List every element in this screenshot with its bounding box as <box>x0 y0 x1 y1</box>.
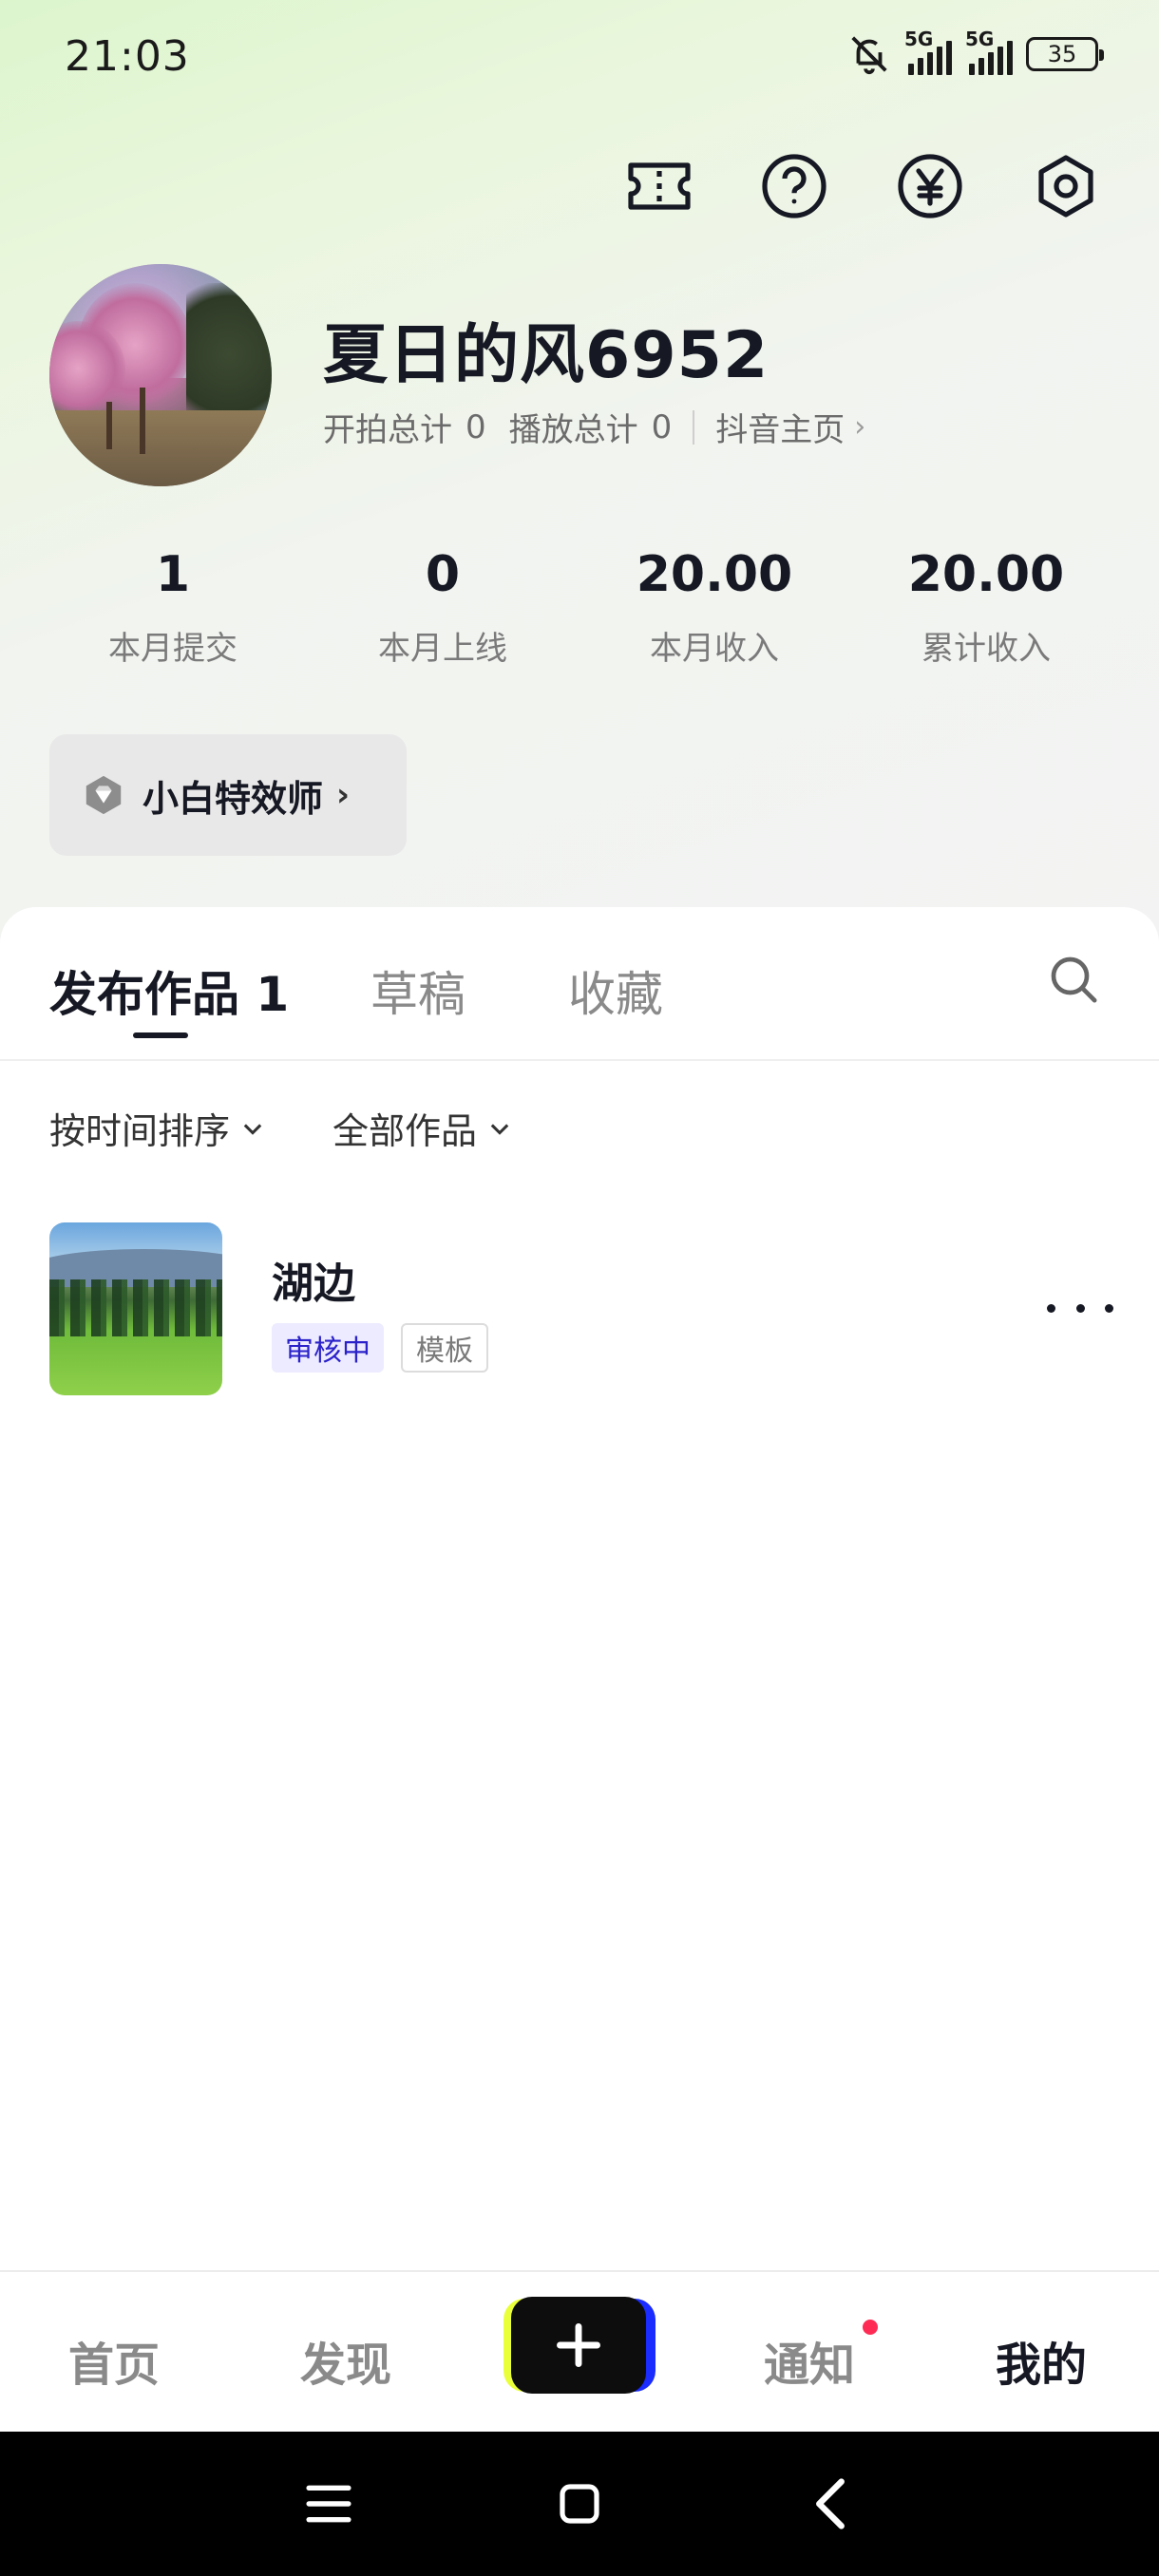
nav-home[interactable]: 首页 <box>68 2327 160 2394</box>
tab-bar: 发布作品 1 草稿 收藏 <box>0 907 1159 1061</box>
stat-total-income[interactable]: 20.00 累计收入 <box>872 546 1100 669</box>
active-tab-indicator <box>133 1032 188 1038</box>
divider <box>693 409 695 445</box>
nav-me[interactable]: 我的 <box>996 2327 1087 2394</box>
yuan-icon[interactable] <box>894 150 966 222</box>
work-thumbnail[interactable] <box>49 1222 222 1395</box>
status-bar: 21:03 5G 5G 35 <box>0 0 1159 119</box>
level-badge-button[interactable]: 小白特效师 › <box>49 734 407 856</box>
signal-label: 5G <box>965 28 995 50</box>
settings-icon[interactable] <box>1030 150 1102 222</box>
stat-value: 1 <box>155 546 191 603</box>
avatar[interactable] <box>49 264 272 486</box>
mute-bell-icon <box>851 36 887 75</box>
username: 夏日的风6952 <box>323 318 770 393</box>
ticket-icon[interactable] <box>623 150 695 222</box>
shoot-total-value: 0 <box>466 407 486 446</box>
system-nav-bar <box>0 2432 1159 2576</box>
battery-level: 35 <box>1047 41 1077 67</box>
stat-value: 0 <box>425 546 461 603</box>
play-total-label: 播放总计 <box>508 411 638 449</box>
sort-dropdown-label: 按时间排序 <box>49 1110 231 1152</box>
notification-dot <box>863 2320 878 2335</box>
douyin-homepage-link[interactable]: 抖音主页 <box>715 404 845 450</box>
battery-icon: 35 <box>1026 37 1104 71</box>
type-badge: 模板 <box>401 1323 488 1373</box>
shoot-total-label: 开拍总计 <box>323 411 452 449</box>
tab-favorites[interactable]: 收藏 <box>568 957 663 1025</box>
stat-label: 本月提交 <box>108 630 238 668</box>
stat-monthly-online[interactable]: 0 本月上线 <box>329 546 557 669</box>
bottom-nav: 首页 发现 通知 我的 <box>0 2270 1159 2432</box>
status-badge: 审核中 <box>272 1323 384 1373</box>
plus-icon <box>557 2323 600 2367</box>
level-badge-label: 小白特效师 <box>142 777 324 820</box>
nav-discover[interactable]: 发现 <box>300 2327 391 2394</box>
help-icon[interactable] <box>758 150 830 222</box>
signal-label: 5G <box>904 28 934 50</box>
signal-icon: 5G <box>965 28 1013 75</box>
back-icon[interactable] <box>800 2473 861 2534</box>
stat-monthly-income[interactable]: 20.00 本月收入 <box>600 546 828 669</box>
status-time: 21:03 <box>65 32 190 81</box>
signal-icon: 5G <box>904 28 952 75</box>
stat-monthly-submit[interactable]: 1 本月提交 <box>59 546 287 669</box>
menu-icon[interactable] <box>298 2473 359 2534</box>
chevron-down-icon <box>243 1123 262 1135</box>
status-icons: 5G 5G 35 <box>847 28 1104 76</box>
work-list-item[interactable]: 湖边 审核中 模板 <box>49 1222 1113 1395</box>
profile-meta: 开拍总计 0 播放总计 0 抖音主页 › <box>323 404 865 450</box>
search-icon[interactable] <box>1043 949 1104 1010</box>
chevron-right-icon: › <box>336 776 351 814</box>
diamond-badge-icon <box>86 775 122 815</box>
create-button[interactable] <box>504 2297 656 2394</box>
sort-dropdown[interactable]: 按时间排序 <box>49 1102 266 1154</box>
stat-value: 20.00 <box>636 546 793 603</box>
stat-value: 20.00 <box>907 546 1065 603</box>
tab-drafts[interactable]: 草稿 <box>370 957 466 1025</box>
play-total-value: 0 <box>651 407 673 446</box>
home-square-icon[interactable] <box>549 2473 610 2534</box>
work-title: 湖边 <box>272 1260 355 1308</box>
chevron-down-icon <box>490 1123 509 1135</box>
more-options-icon[interactable] <box>1047 1289 1113 1327</box>
stat-label: 本月收入 <box>650 630 779 668</box>
stat-label: 本月上线 <box>378 630 507 668</box>
chevron-right-icon: › <box>854 410 866 444</box>
nav-notifications[interactable]: 通知 <box>764 2327 855 2394</box>
tab-published[interactable]: 发布作品 1 <box>49 957 289 1025</box>
stat-label: 累计收入 <box>922 630 1051 668</box>
category-dropdown[interactable]: 全部作品 <box>332 1102 513 1154</box>
works-panel: 发布作品 1 草稿 收藏 按时间排序 全部作品 湖边 审核中 模板 <box>0 907 1159 2270</box>
category-dropdown-label: 全部作品 <box>332 1110 478 1152</box>
